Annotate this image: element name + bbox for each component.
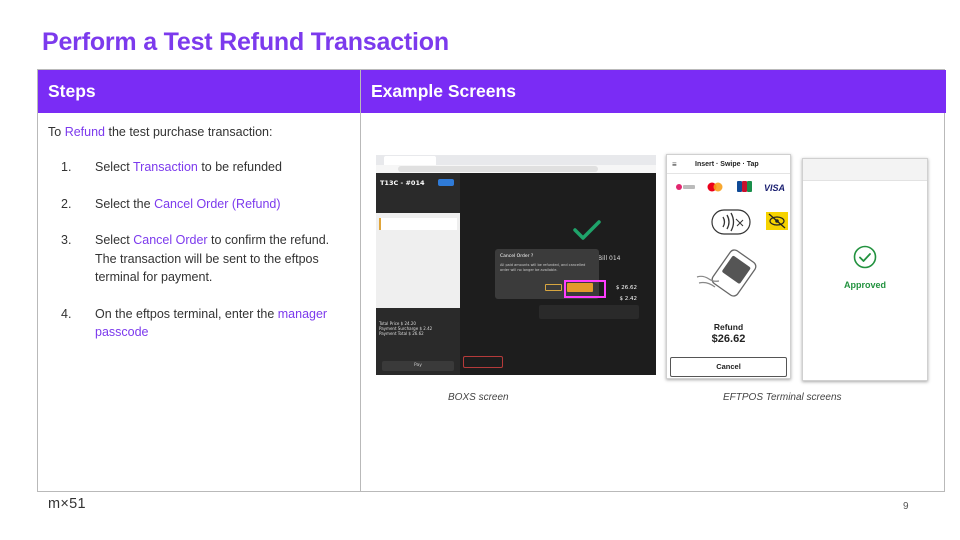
eftpos-cancel-button[interactable]: Cancel (670, 357, 787, 377)
eftpos-refund-screen: ≡ Insert · Swipe · Tap VISA Refund $26.6… (666, 154, 791, 379)
eftpos-approved-topbar (803, 159, 927, 181)
contactless-icon (711, 209, 751, 235)
approved-status: Approved (843, 280, 886, 290)
step-item: 2. Select the Cancel Order (Refund) (48, 195, 353, 214)
dialog-title: Cancel Order ? (500, 254, 534, 259)
browser-url-bar (398, 166, 598, 172)
browser-tab (384, 156, 436, 165)
eftpos-approved-screen: Approved (802, 158, 928, 381)
step-highlight: Cancel Order (133, 233, 208, 247)
step-item: 4. On the eftpos terminal, enter the mana… (48, 305, 353, 342)
step-item: 3. Select Cancel Order to confirm the ref… (48, 231, 353, 287)
step-text-part: to be refunded (197, 160, 282, 174)
page-title: Perform a Test Refund Transaction (42, 28, 449, 56)
step-number: 2. (61, 196, 72, 211)
card-logos: VISA (676, 181, 785, 193)
payment-total: Payment Total $ 26.62 (379, 331, 424, 336)
intro-highlight: Refund (64, 125, 105, 139)
refund-amount: $26.62 (711, 333, 746, 345)
action-bar (539, 305, 639, 319)
step-text: Select the Cancel Order (Refund) (95, 195, 353, 214)
card-terminal-icon (696, 249, 757, 297)
dialog-cancel-button (545, 284, 562, 291)
step-highlight: Cancel Order (Refund) (154, 196, 281, 211)
step-text: Select Cancel Order to confirm the refun… (95, 231, 353, 287)
intro-text-end: the test purchase transaction: (105, 125, 273, 139)
step-text-part: On the eftpos terminal, enter the (95, 306, 278, 321)
eftpos-topbar: ≡ Insert · Swipe · Tap (667, 155, 790, 174)
example-screens-header: Example Screens (361, 70, 946, 113)
bill-surcharge: $ 2.42 (619, 296, 638, 302)
order-totals: Total Price $ 24.20 Payment Surcharge $ … (379, 321, 457, 336)
step-highlight: Transaction (133, 160, 198, 174)
eftpos-logo-icon (676, 184, 682, 190)
dialog-text: All paid amounts will be refunded, and c… (500, 263, 586, 272)
step-number: 3. (61, 233, 72, 247)
step-number: 4. (61, 306, 72, 321)
check-icon (573, 220, 601, 240)
step-number: 1. (61, 160, 72, 174)
boxs-screenshot: T13C - #014 Total Price $ 24.20 Payment … (376, 155, 656, 375)
step-text-part: Select (95, 160, 133, 174)
step-item: 1. Select Transaction to be refunded (48, 158, 353, 177)
bill-amounts: $ 26.62 $ 2.42 (597, 283, 637, 305)
visa-icon: VISA (764, 183, 785, 193)
steps-intro: To Refund the test purchase transaction: (48, 123, 353, 141)
page-number: 9 (903, 501, 909, 512)
steps-list: 1. Select Transaction to be refunded 2. Sel… (48, 158, 353, 342)
pay-button: Pay (382, 361, 454, 371)
bill-total: $ 26.62 (616, 285, 637, 291)
jcb-icon (737, 181, 742, 192)
menu-icon: ≡ (672, 159, 677, 169)
check-circle-icon (853, 245, 877, 269)
boxs-caption: BOXS screen (448, 392, 509, 403)
new-order-button (438, 179, 454, 186)
column-divider (360, 70, 361, 491)
intro-text: To (48, 125, 65, 139)
step-text: On the eftpos terminal, enter the manage… (95, 305, 353, 342)
order-title: T13C - #014 (380, 179, 425, 187)
order-item (379, 218, 457, 230)
steps-header: Steps (38, 70, 360, 113)
refund-label: Refund (713, 322, 744, 332)
order-items-list (376, 213, 460, 308)
step-text: Select Transaction to be refunded (95, 158, 353, 177)
mx51-logo: m×51 (48, 496, 86, 512)
no-view-icon (766, 212, 788, 230)
eftpos-title: Insert · Swipe · Tap (695, 160, 759, 168)
order-panel: T13C - #014 Total Price $ 24.20 Payment … (376, 173, 460, 375)
cancel-order-refund-button (463, 356, 503, 368)
step-text-part: Select (95, 233, 134, 247)
eftpos-caption: EFTPOS Terminal screens (723, 392, 842, 403)
steps-content: To Refund the test purchase transaction:… (48, 123, 353, 360)
bill-number: Bill 014 (598, 255, 621, 262)
step-text-part: Select the (95, 196, 155, 211)
